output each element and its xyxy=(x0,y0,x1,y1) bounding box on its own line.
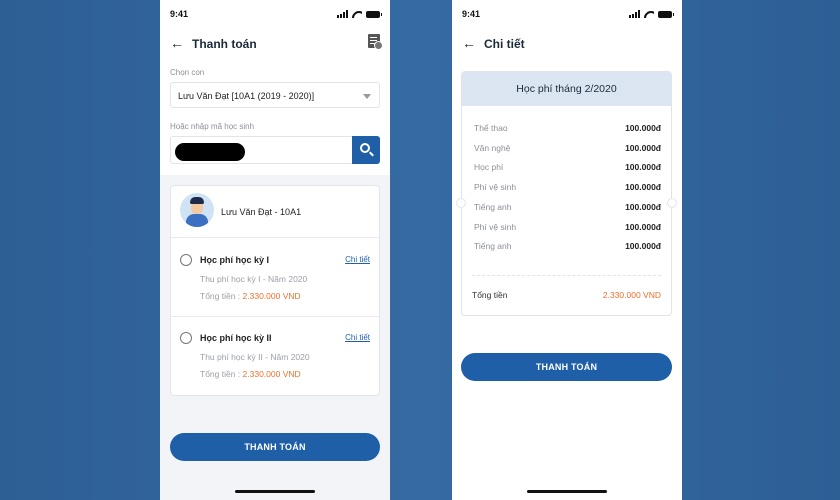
fee-total-label: Tổng tiền : xyxy=(200,291,243,301)
ticket-notch-right xyxy=(667,198,677,208)
home-indicator xyxy=(235,490,315,493)
receipt-history-icon[interactable] xyxy=(368,34,383,50)
fee-line-value: 100.000đ xyxy=(625,162,661,173)
student-name: Lưu Văn Đạt - 10A1 xyxy=(221,207,302,217)
pay-button[interactable]: THANH TOÁN xyxy=(461,353,672,381)
avatar xyxy=(180,193,214,227)
fee-title: Học phí học kỳ II xyxy=(200,333,272,343)
search-icon xyxy=(360,143,370,153)
fee-detail-link[interactable]: Chi tiết xyxy=(345,255,370,264)
fee-line-name: Văn nghệ xyxy=(474,142,511,153)
fee-line-value: 100.000đ xyxy=(625,221,661,232)
fee-total-label: Tổng tiền : xyxy=(200,369,243,379)
fee-line-item: Văn nghệ 100.000đ xyxy=(474,143,661,157)
fee-detail-link[interactable]: Chi tiết xyxy=(345,333,370,342)
fee-total-amount: 2.330.000 VND xyxy=(242,369,301,379)
fee-line-name: Học phí xyxy=(474,162,504,173)
fee-line-name: Tiếng anh xyxy=(474,241,512,252)
fee-total-amount: 2.330.000 VND xyxy=(242,291,301,301)
fee-line-name: Tiếng anh xyxy=(474,201,512,212)
fee-detail-title: Học phí tháng 2/2020 xyxy=(462,72,671,106)
total-label: Tổng tiền xyxy=(472,290,508,300)
fee-radio[interactable] xyxy=(180,254,192,266)
fee-title: Học phí học kỳ I xyxy=(200,255,270,265)
payment-screen: 9:41 ← Thanh toán Chọn con Lưu Văn Đạt [… xyxy=(160,0,390,500)
fee-line-name: Phí vệ sinh xyxy=(474,182,517,193)
search-button[interactable] xyxy=(352,136,380,164)
fee-total: Tổng tiền : 2.330.000 VND xyxy=(200,369,301,379)
fee-line-value: 100.000đ xyxy=(625,241,661,252)
child-select-value: Lưu Văn Đạt [10A1 (2019 - 2020)] xyxy=(178,91,315,101)
fee-line-value: 100.000đ xyxy=(625,201,661,212)
student-code-label: Hoặc nhập mã học sinh xyxy=(170,122,255,131)
page-title: Chi tiết xyxy=(484,37,525,51)
student-fee-card: Lưu Văn Đạt - 10A1 Học phí học kỳ I Chi … xyxy=(170,185,380,396)
pay-button[interactable]: THANH TOÁN xyxy=(170,433,380,461)
battery-icon xyxy=(658,10,674,18)
status-bar: 9:41 xyxy=(462,9,674,21)
fee-radio[interactable] xyxy=(180,332,192,344)
redacted-value xyxy=(175,143,245,161)
status-time: 9:41 xyxy=(170,9,189,19)
chevron-down-icon xyxy=(363,94,371,99)
fee-item[interactable]: Học phí học kỳ I Chi tiết Thu phí học kỳ… xyxy=(171,239,379,317)
fee-detail-card: Học phí tháng 2/2020 Thể thao 100.000đ Văn… xyxy=(461,71,672,316)
fee-line-item: Thể thao 100.000đ xyxy=(474,123,661,137)
fee-line-value: 100.000đ xyxy=(625,123,661,133)
battery-icon xyxy=(366,10,382,18)
total-value: 2.330.000 VND xyxy=(602,290,661,300)
screen-header: ← Chi tiết xyxy=(462,34,672,54)
wifi-icon xyxy=(644,10,654,18)
page-title: Thanh toán xyxy=(192,37,257,51)
child-select[interactable]: Lưu Văn Đạt [10A1 (2019 - 2020)] xyxy=(170,82,380,108)
fee-line-name: Phí vệ sinh xyxy=(474,221,517,232)
fee-line-item: Tiếng anh 100.000đ xyxy=(474,202,661,216)
fee-item[interactable]: Học phí học kỳ II Chi tiết Thu phí học k… xyxy=(171,317,379,395)
fee-total: Tổng tiền : 2.330.000 VND xyxy=(200,291,301,301)
fee-line-item: Tiếng anh 100.000đ xyxy=(474,241,661,255)
fee-subtitle: Thu phí học kỳ I - Năm 2020 xyxy=(200,274,308,284)
student-code-input[interactable] xyxy=(170,136,352,164)
home-indicator xyxy=(527,490,607,493)
fee-line-item: Phí vệ sinh 100.000đ xyxy=(474,222,661,236)
ticket-notch-left xyxy=(456,198,466,208)
signal-icon xyxy=(629,10,640,18)
student-header: Lưu Văn Đạt - 10A1 xyxy=(171,186,379,238)
fee-line-value: 100.000đ xyxy=(625,182,661,193)
fee-subtitle: Thu phí học kỳ II - Năm 2020 xyxy=(200,352,310,362)
status-bar: 9:41 xyxy=(170,9,382,21)
fee-detail-screen: 9:41 ← Chi tiết Học phí tháng 2/2020 Thể… xyxy=(452,0,682,500)
back-arrow-icon[interactable]: ← xyxy=(462,36,476,50)
wifi-icon xyxy=(352,10,362,18)
status-time: 9:41 xyxy=(462,9,481,19)
dashed-divider xyxy=(472,275,661,276)
fee-line-item: Phí vệ sinh 100.000đ xyxy=(474,182,661,196)
fee-line-name: Thể thao xyxy=(474,123,508,133)
child-select-label: Chọn con xyxy=(170,68,205,77)
fee-line-item: Học phí 100.000đ xyxy=(474,162,661,176)
fee-line-value: 100.000đ xyxy=(625,142,661,153)
back-arrow-icon[interactable]: ← xyxy=(170,36,184,50)
signal-icon xyxy=(337,10,348,18)
screen-header: ← Thanh toán xyxy=(170,34,383,54)
student-code-search xyxy=(170,136,380,164)
